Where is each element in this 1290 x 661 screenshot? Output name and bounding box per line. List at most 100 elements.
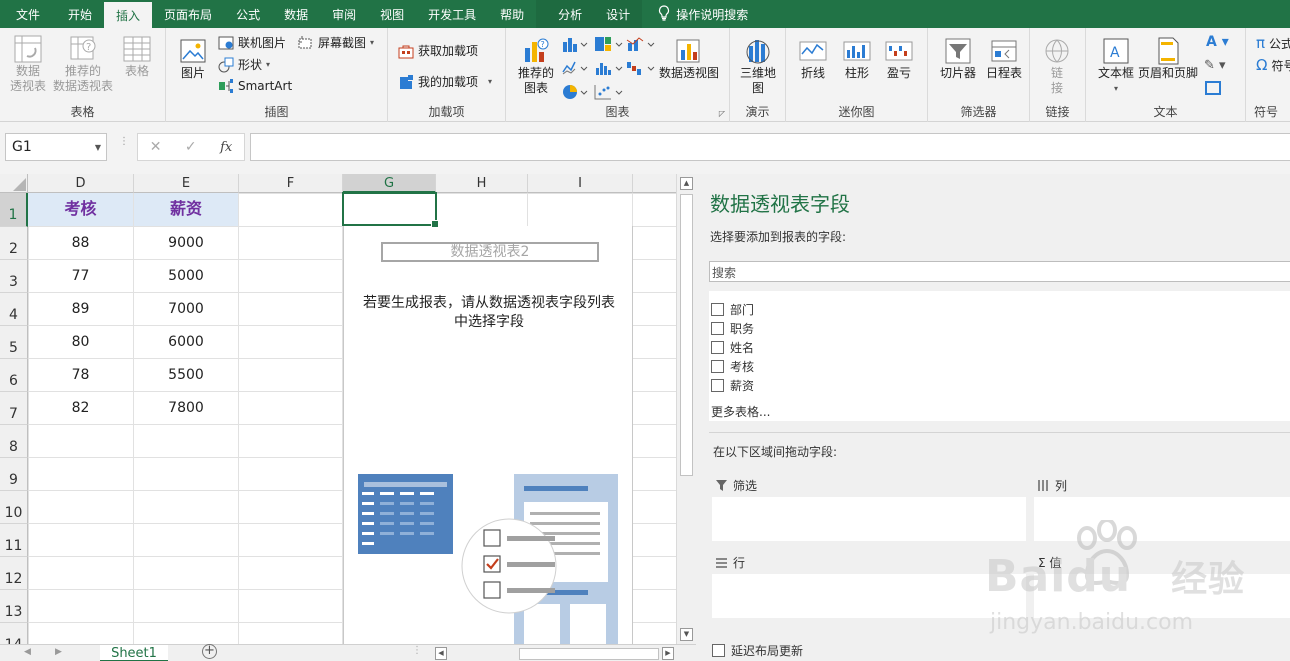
dialog-launcher-icon[interactable]: ◸ xyxy=(719,109,725,118)
tab-help[interactable]: 帮助 xyxy=(488,0,536,28)
line-chart-icon[interactable] xyxy=(562,60,588,76)
table-header-cell[interactable]: 薪资 xyxy=(134,193,239,227)
field-item-position[interactable]: 职务 xyxy=(711,320,754,337)
tab-insert[interactable]: 插入 xyxy=(104,0,153,28)
table-button[interactable]: 表格 xyxy=(118,34,156,79)
sparkline-column-button[interactable]: 柱形 xyxy=(840,36,874,81)
field-item-name[interactable]: 姓名 xyxy=(711,339,754,356)
field-item-salary[interactable]: 薪资 xyxy=(711,377,754,394)
scroll-thumb[interactable] xyxy=(680,194,693,476)
slicer-button[interactable]: 切片器 xyxy=(936,36,980,81)
select-all-corner[interactable] xyxy=(0,174,28,193)
add-sheet-icon[interactable]: + xyxy=(202,644,217,659)
column-header-h[interactable]: H xyxy=(436,174,528,193)
symbol-button[interactable]: Ω 符号 xyxy=(1256,56,1290,74)
table-cell[interactable]: 6000 xyxy=(134,326,239,359)
recommended-pivottable-button[interactable]: ? 推荐的 数据透视表 xyxy=(52,34,114,94)
picture-button[interactable]: 图片 xyxy=(176,36,210,81)
row-header[interactable]: 8 xyxy=(0,425,28,458)
textbox-button[interactable]: A 文本框 ▾ xyxy=(1094,36,1138,96)
row-header[interactable]: 3 xyxy=(0,260,28,293)
more-tables-link[interactable]: 更多表格... xyxy=(711,403,770,420)
pane-divider[interactable] xyxy=(709,432,1290,433)
hierarchy-chart-icon[interactable] xyxy=(594,36,624,52)
enter-icon[interactable]: ✓ xyxy=(185,139,197,155)
timeline-button[interactable]: 日程表 xyxy=(982,36,1026,81)
tab-review[interactable]: 审阅 xyxy=(320,0,368,28)
row-header[interactable]: 13 xyxy=(0,590,28,623)
field-search-input[interactable]: 搜索 xyxy=(709,261,1290,282)
tab-data[interactable]: 数据 xyxy=(272,0,320,28)
stat-chart-icon[interactable] xyxy=(594,60,624,76)
get-addins-button[interactable]: 获取加载项 xyxy=(398,42,478,59)
checkbox[interactable] xyxy=(711,322,724,335)
signature-icon[interactable]: ✎ ▾ xyxy=(1204,58,1226,73)
table-cell[interactable]: 88 xyxy=(28,227,134,260)
row-header[interactable]: 12 xyxy=(0,557,28,590)
row-header[interactable]: 1 xyxy=(0,193,28,227)
combo-chart-icon[interactable] xyxy=(626,36,656,52)
formula-input[interactable] xyxy=(250,133,1290,161)
active-cell-g1[interactable] xyxy=(342,192,439,228)
pie-chart-icon[interactable] xyxy=(562,84,588,100)
equation-button[interactable]: π 公式 xyxy=(1256,34,1290,52)
scroll-left-icon[interactable]: ◀ xyxy=(435,647,447,660)
tab-design[interactable]: 设计 xyxy=(594,0,643,28)
name-box[interactable]: G1 ▼ xyxy=(5,133,107,161)
worksheet-grid[interactable]: D E F G H I 1 2 3 4 5 6 7 8 9 10 11 12 1… xyxy=(0,174,676,644)
rows-drop-area[interactable] xyxy=(712,574,1026,618)
column-header-f[interactable]: F xyxy=(239,174,343,193)
field-item-assessment[interactable]: 考核 xyxy=(711,358,754,375)
waterfall-chart-icon[interactable] xyxy=(626,60,656,76)
row-header[interactable]: 14 xyxy=(0,623,28,644)
online-pictures-button[interactable]: 联机图片 xyxy=(218,34,286,51)
pivottable-button[interactable]: 数据 透视表 xyxy=(6,34,50,94)
horizontal-scrollbar[interactable]: ◀ ▶ xyxy=(433,647,676,661)
sheet-next-icon[interactable]: ▶ xyxy=(55,647,62,657)
checkbox[interactable] xyxy=(711,379,724,392)
defer-layout-update[interactable]: 延迟布局更新 xyxy=(712,642,803,659)
scroll-right-icon[interactable]: ▶ xyxy=(662,647,674,660)
table-cell[interactable]: 5000 xyxy=(134,260,239,293)
row-header[interactable]: 9 xyxy=(0,458,28,491)
row-header[interactable]: 2 xyxy=(0,227,28,260)
field-item-department[interactable]: 部门 xyxy=(711,301,754,318)
tab-home[interactable]: 开始 xyxy=(56,0,104,28)
recommended-charts-button[interactable]: ? 推荐的 图表 xyxy=(514,36,558,96)
table-header-cell[interactable]: 考核 xyxy=(28,193,134,227)
row-header[interactable]: 10 xyxy=(0,491,28,524)
table-cell[interactable]: 78 xyxy=(28,359,134,392)
vertical-scrollbar[interactable]: ▲ ▼ xyxy=(676,174,696,644)
tab-analyze[interactable]: 分析 xyxy=(536,0,595,28)
table-cell[interactable]: 9000 xyxy=(134,227,239,260)
column-header-j[interactable] xyxy=(633,174,676,193)
cancel-icon[interactable]: ✕ xyxy=(150,139,162,155)
column-header-d[interactable]: D xyxy=(28,174,134,193)
pivot-placeholder[interactable]: 数据透视表2 若要生成报表，请从数据透视表字段列表 中选择字段 xyxy=(343,226,633,644)
column-chart-icon[interactable] xyxy=(562,36,588,52)
my-addins-button[interactable]: 我的加载项 ▾ xyxy=(398,73,492,90)
smartart-button[interactable]: SmartArt xyxy=(218,78,292,94)
row-header[interactable]: 4 xyxy=(0,293,28,326)
h-scroll-thumb[interactable] xyxy=(519,648,659,660)
table-cell[interactable]: 89 xyxy=(28,293,134,326)
sparkline-winloss-button[interactable]: 盈亏 xyxy=(882,36,916,81)
table-cell[interactable]: 7000 xyxy=(134,293,239,326)
table-cell[interactable]: 5500 xyxy=(134,359,239,392)
table-cell[interactable]: 82 xyxy=(28,392,134,425)
column-header-i[interactable]: I xyxy=(528,174,633,193)
3d-map-button[interactable]: 三维地 图 xyxy=(736,36,780,96)
header-footer-button[interactable]: 页眉和页脚 xyxy=(1138,36,1198,81)
column-header-g[interactable]: G xyxy=(343,174,436,193)
wordart-icon[interactable]: A ▾ xyxy=(1206,34,1229,50)
tell-me-search[interactable]: 操作说明搜索 xyxy=(642,0,760,28)
row-header[interactable]: 6 xyxy=(0,359,28,392)
link-button[interactable]: 链 接 xyxy=(1040,36,1074,96)
tab-view[interactable]: 视图 xyxy=(368,0,416,28)
sheet-tab-sheet1[interactable]: Sheet1 xyxy=(100,645,168,661)
fx-icon[interactable]: fx xyxy=(220,140,232,155)
tab-developer[interactable]: 开发工具 xyxy=(416,0,488,28)
table-cell[interactable]: 7800 xyxy=(134,392,239,425)
scroll-up-icon[interactable]: ▲ xyxy=(680,177,693,190)
table-cell[interactable]: 77 xyxy=(28,260,134,293)
